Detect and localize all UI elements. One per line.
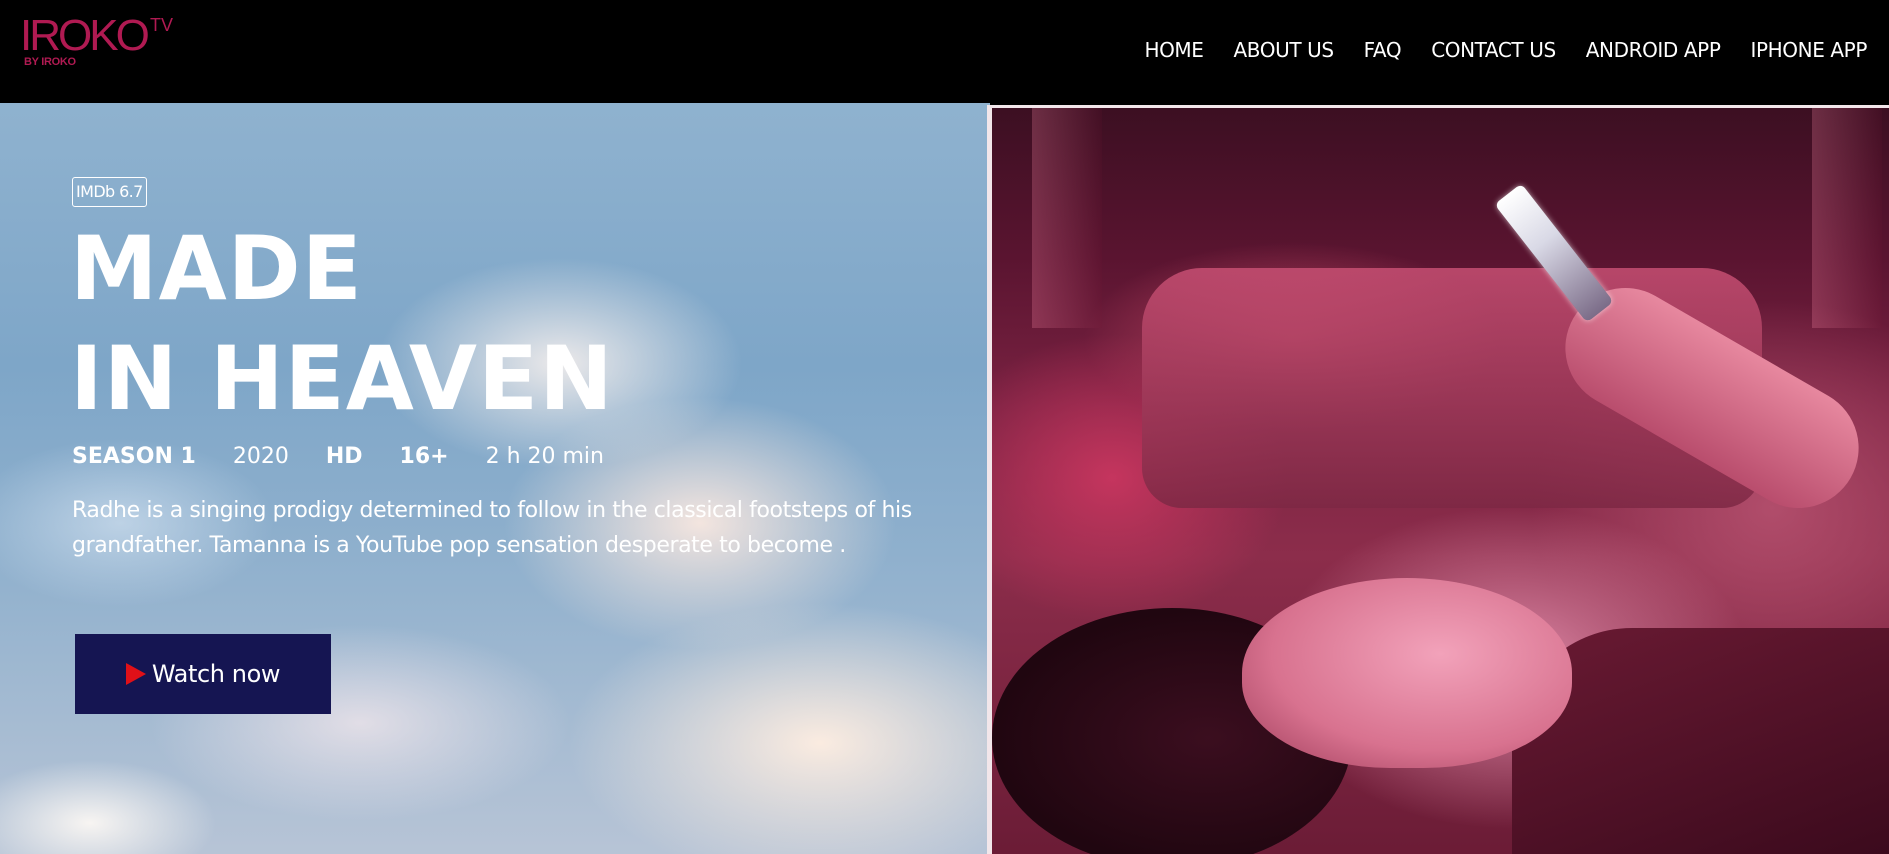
imdb-rating-badge: IMDb 6.7 xyxy=(72,177,147,207)
top-navbar: IROKO TV BY IROKO HOME ABOUT US FAQ CONT… xyxy=(0,0,1889,103)
logo-tv-mark: TV xyxy=(150,15,174,35)
nav-android-app-link[interactable]: ANDROID APP xyxy=(1586,38,1721,62)
watch-now-button[interactable]: Watch now xyxy=(75,634,331,714)
age-rating: 16+ xyxy=(399,444,449,469)
show-description: Radhe is a singing prodigy determined to… xyxy=(72,498,912,558)
curtain-decoration xyxy=(1812,108,1882,328)
person-face-shape xyxy=(1242,578,1572,768)
nav-home-link[interactable]: HOME xyxy=(1144,38,1203,62)
show-title-line-2: IN HEAVEN xyxy=(70,327,614,430)
watch-now-label: Watch now xyxy=(151,660,281,688)
logo-byline: BY IROKO xyxy=(24,56,76,68)
show-meta-row: SEASON 1 2020 HD 16+ 2 h 20 min xyxy=(72,440,641,474)
curtain-decoration xyxy=(1032,108,1102,328)
nav-contact-link[interactable]: CONTACT US xyxy=(1431,38,1556,62)
quality-label: HD xyxy=(325,444,363,469)
nav-faq-link[interactable]: FAQ xyxy=(1364,38,1402,62)
show-title: MADE IN HEAVEN xyxy=(70,214,614,434)
logo-wordmark: IROKO xyxy=(20,11,150,60)
play-icon xyxy=(125,663,146,685)
show-title-line-1: MADE xyxy=(70,217,363,320)
season-label: SEASON 1 xyxy=(72,444,196,469)
nav-iphone-app-link[interactable]: IPHONE APP xyxy=(1751,38,1868,62)
release-year: 2020 xyxy=(232,444,289,469)
trailer-video-still xyxy=(992,108,1889,854)
main-menu: HOME ABOUT US FAQ CONTACT US ANDROID APP… xyxy=(1114,38,1867,62)
duration: 2 h 20 min xyxy=(485,444,604,469)
iroko-tv-logo[interactable]: IROKO TV BY IROKO xyxy=(20,14,180,74)
trailer-video[interactable] xyxy=(987,105,1889,854)
nav-about-link[interactable]: ABOUT US xyxy=(1234,38,1335,62)
